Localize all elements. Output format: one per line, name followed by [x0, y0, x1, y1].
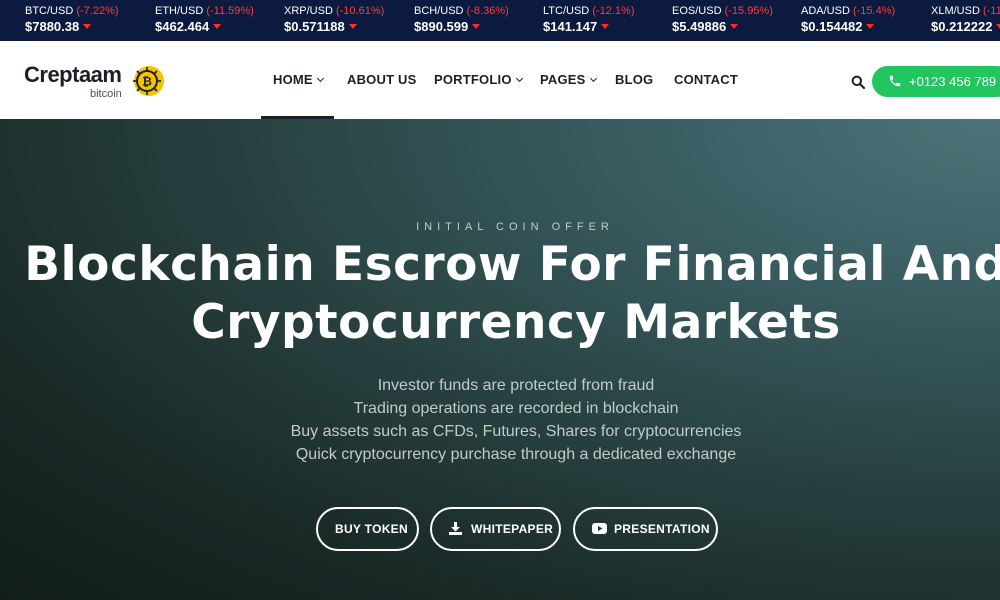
hero-feature-line: Quick cryptocurrency purchase through a … [295, 446, 737, 463]
nav-portfolio[interactable]: PORTFOLIO [434, 72, 523, 87]
down-arrow-icon [472, 24, 481, 30]
hero-feature-line: Investor funds are protected from fraud [377, 377, 655, 394]
down-arrow-icon [866, 24, 875, 30]
ticker-price: $7880.38 [25, 19, 80, 34]
ticker-change: (-11 [982, 5, 1000, 17]
ticker-pair: BTC/USD [25, 5, 74, 17]
hero-feature-line: Trading operations are recorded in block… [353, 400, 679, 417]
whitepaper-label: WHITEPAPER [471, 522, 554, 536]
buy-token-label: BUY TOKEN [335, 522, 408, 536]
nav-pages-label: PAGES [540, 72, 586, 87]
ticker-change: (-15.95%) [724, 5, 773, 17]
nav-contact[interactable]: CONTACT [674, 72, 738, 87]
down-arrow-icon [213, 24, 222, 30]
down-arrow-icon [348, 24, 357, 30]
whitepaper-button[interactable]: WHITEPAPER [430, 507, 561, 551]
ticker-change: (-10.61%) [335, 5, 385, 17]
bitcoin-coin-icon: ₿ [133, 66, 164, 96]
phone-icon [889, 75, 901, 87]
ticker-pair: XRP/USD [284, 5, 333, 17]
buy-token-button[interactable]: BUY TOKEN [316, 507, 419, 551]
ticker-change: (-12.1%) [592, 5, 635, 17]
chevron-down-icon [515, 74, 523, 83]
youtube-icon [592, 523, 607, 534]
hero-section: INITIAL COIN OFFER Blockchain Escrow For… [0, 119, 1000, 600]
nav-home[interactable]: HOME [273, 72, 324, 87]
nav-about-label: ABOUT US [347, 72, 417, 87]
hero-kicker: INITIAL COIN OFFER [416, 221, 614, 233]
ticker-price: $462.464 [155, 19, 210, 34]
site-header: Creptaam bitcoin ₿ HOME ABOUT US PORTFOL… [0, 41, 1000, 119]
hero-feature-list: Investor funds are protected from fraud … [0, 374, 1000, 466]
ticker-pair: BCH/USD [414, 5, 464, 17]
chevron-down-icon [316, 74, 324, 83]
presentation-label: PRESENTATION [614, 522, 710, 536]
nav-about[interactable]: ABOUT US [347, 72, 417, 87]
ticker-pair: ADA/USD [801, 5, 850, 17]
nav-portfolio-label: PORTFOLIO [434, 72, 512, 87]
ticker-change: (-8.36%) [466, 5, 509, 17]
ticker-change: (-15.4%) [852, 5, 896, 17]
phone-button[interactable]: +0123 456 789 [872, 66, 1000, 97]
ticker-change: (-7.22%) [76, 5, 119, 17]
ticker-pair: ETH/USD [155, 5, 204, 17]
ticker-price: $890.599 [414, 19, 469, 34]
logo-sub: bitcoin [90, 88, 122, 100]
nav-home-label: HOME [273, 72, 313, 87]
nav-pages[interactable]: PAGES [540, 72, 597, 87]
logo[interactable]: Creptaam bitcoin ₿ [24, 59, 174, 103]
ticker-price: $141.147 [543, 19, 598, 34]
ticker-pair: LTC/USD [543, 5, 590, 17]
presentation-button[interactable]: PRESENTATION [573, 507, 718, 551]
ticker-price: $0.571188 [284, 19, 345, 34]
nav-contact-label: CONTACT [674, 72, 738, 87]
price-ticker: BTC/USD (-7.22%) $7880.38 ETH/USD (-11.5… [0, 0, 1000, 41]
ticker-price: $5.49886 [672, 19, 727, 34]
down-arrow-icon [83, 24, 92, 30]
hero-title: Blockchain Escrow For Financial And Cryp… [0, 236, 1000, 352]
ticker-price: $0.154482 [801, 19, 863, 34]
download-icon [449, 522, 462, 535]
hero-title-line: Blockchain Escrow For Financial And [24, 237, 1000, 292]
down-arrow-icon [996, 24, 1000, 30]
phone-number: +0123 456 789 [909, 74, 997, 89]
nav-blog[interactable]: BLOG [615, 72, 653, 87]
down-arrow-icon [601, 24, 610, 30]
hero-title-line: Cryptocurrency Markets [191, 295, 841, 350]
hero-feature-line: Buy assets such as CFDs, Futures, Shares… [290, 423, 742, 440]
ticker-pair: XLM/USD [931, 5, 980, 17]
nav-blog-label: BLOG [615, 72, 654, 87]
down-arrow-icon [730, 24, 739, 30]
chevron-down-icon [589, 74, 597, 83]
ticker-pair: EOS/USD [672, 5, 722, 17]
search-icon[interactable] [851, 75, 865, 89]
ticker-change: (-11.59%) [206, 5, 254, 17]
svg-text:₿: ₿ [142, 75, 152, 89]
logo-name: Creptaam [24, 62, 122, 87]
ticker-price: $0.212222 [931, 19, 993, 34]
